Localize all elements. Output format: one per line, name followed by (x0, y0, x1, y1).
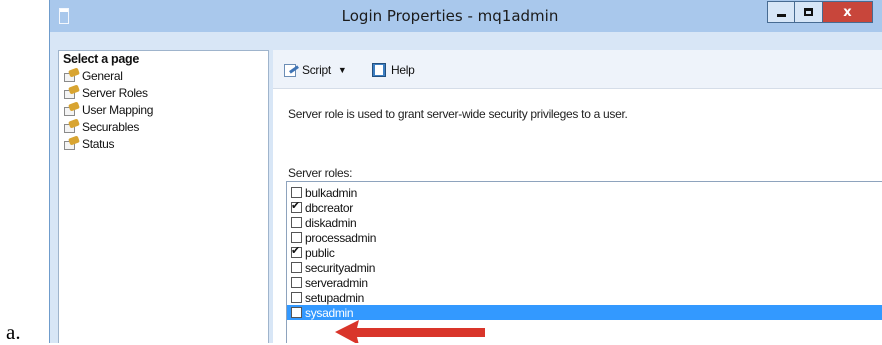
role-row-dbcreator[interactable]: ✔ dbcreator (287, 199, 882, 215)
wrench-page-icon (63, 67, 80, 83)
server-roles-list[interactable]: bulkadmin ✔ dbcreator diskadmin processa… (286, 181, 882, 343)
wrench-page-icon (63, 101, 80, 117)
role-row-bulkadmin[interactable]: bulkadmin (287, 185, 882, 200)
role-checkbox[interactable] (291, 232, 302, 243)
role-label: securityadmin (305, 260, 376, 275)
role-row-public[interactable]: ✔ public (287, 244, 882, 260)
role-row-securityadmin[interactable]: securityadmin (287, 260, 882, 275)
role-checkbox[interactable]: ✔ (291, 244, 302, 258)
script-button[interactable]: Script ▼ (283, 61, 347, 79)
role-row-serveradmin[interactable]: serveradmin (287, 275, 882, 290)
role-label: public (305, 245, 335, 260)
select-page-pane: Select a page General Server Roles User … (58, 50, 269, 343)
role-checkbox[interactable] (291, 292, 302, 303)
wrench-page-icon (63, 84, 80, 100)
role-checkbox[interactable] (291, 217, 302, 228)
page-item-status[interactable]: Status (63, 135, 115, 152)
maximize-icon (804, 8, 813, 16)
toolbar: Script ▼ Help (273, 50, 882, 89)
role-label: serveradmin (305, 275, 368, 290)
role-checkbox[interactable] (291, 277, 302, 288)
role-label: diskadmin (305, 215, 357, 230)
app-icon (59, 8, 69, 24)
minimize-icon (776, 14, 786, 17)
page-item-general[interactable]: General (63, 67, 123, 84)
page-item-label: Server Roles (82, 86, 148, 100)
page-description: Server role is used to grant server-wide… (288, 107, 628, 121)
help-book-icon (372, 62, 387, 78)
window-title: Login Properties - mq1admin (341, 7, 559, 25)
select-page-header: Select a page (63, 52, 140, 66)
server-roles-label: Server roles: (288, 166, 353, 180)
page-item-label: General (82, 69, 123, 83)
checkmark-icon: ✔ (291, 199, 301, 212)
chevron-down-icon[interactable]: ▼ (338, 65, 347, 75)
script-icon (283, 63, 299, 78)
role-checkbox[interactable] (291, 262, 302, 273)
script-label: Script (302, 63, 331, 77)
page-item-label: User Mapping (82, 103, 154, 117)
role-row-sysadmin[interactable]: sysadmin (287, 305, 882, 320)
outer-label: a. (6, 320, 21, 344)
page-item-user-mapping[interactable]: User Mapping (63, 101, 154, 118)
close-icon: x (843, 4, 852, 20)
close-button[interactable]: x (823, 1, 873, 23)
role-label: dbcreator (305, 200, 353, 215)
wrench-page-icon (63, 135, 80, 151)
help-button[interactable]: Help (372, 61, 415, 79)
role-row-setupadmin[interactable]: setupadmin (287, 290, 882, 305)
login-properties-window: Login Properties - mq1admin x Select a p… (49, 0, 882, 343)
title-bar[interactable]: Login Properties - mq1admin x (50, 0, 882, 32)
page-item-server-roles[interactable]: Server Roles (63, 84, 148, 101)
wrench-page-icon (63, 118, 80, 134)
role-checkbox[interactable] (291, 187, 302, 198)
role-label: sysadmin (305, 305, 354, 320)
minimize-button[interactable] (767, 1, 795, 23)
server-roles-page: Script ▼ Help Server role is used to gra… (273, 50, 882, 343)
page-item-label: Securables (82, 120, 140, 134)
help-label: Help (391, 63, 415, 77)
page-item-label: Status (82, 137, 115, 151)
page-item-securables[interactable]: Securables (63, 118, 140, 135)
maximize-button[interactable] (795, 1, 823, 23)
role-label: setupadmin (305, 290, 365, 305)
role-label: bulkadmin (305, 185, 357, 200)
role-row-processadmin[interactable]: processadmin (287, 230, 882, 245)
role-checkbox[interactable]: ✔ (291, 199, 302, 213)
annotation-arrow-icon (335, 320, 485, 343)
role-row-diskadmin[interactable]: diskadmin (287, 215, 882, 230)
role-checkbox[interactable] (291, 307, 302, 318)
checkmark-icon: ✔ (291, 244, 301, 257)
role-label: processadmin (305, 230, 377, 245)
